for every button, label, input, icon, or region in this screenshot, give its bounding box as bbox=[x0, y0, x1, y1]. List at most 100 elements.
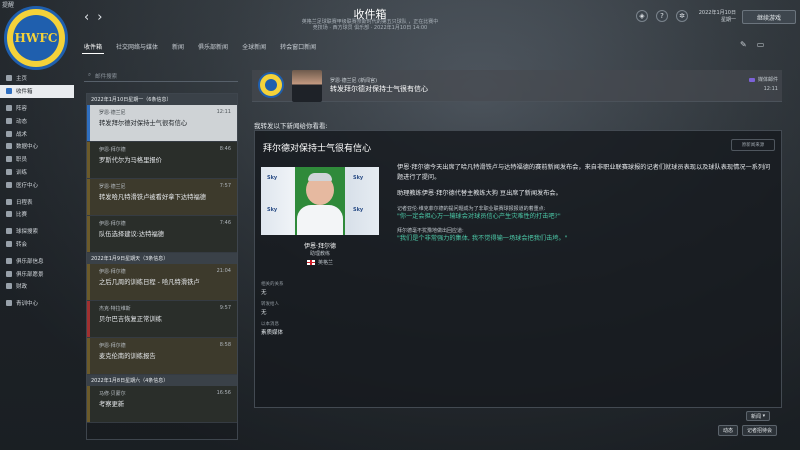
mail-icon bbox=[6, 88, 12, 95]
tab-world-news[interactable]: 全球新闻 bbox=[240, 40, 268, 54]
club-logo[interactable]: HWFC bbox=[4, 6, 68, 70]
sidebar-item-squad[interactable]: 阵容 bbox=[0, 102, 74, 115]
category-tag: 媒体邮件 bbox=[748, 76, 778, 83]
list-item[interactable]: 罗恩·德兰尼 转发拜尔德对保持士气很有信心 12:11 bbox=[87, 105, 237, 142]
list-item[interactable]: 马修·贝蒙尔 考察更新 16:56 bbox=[87, 386, 237, 423]
tab-social-media[interactable]: 社交网络与媒体 bbox=[114, 40, 160, 54]
shield-icon[interactable]: ◈ bbox=[636, 10, 648, 22]
avatar[interactable] bbox=[292, 70, 322, 102]
message-sender: 罗恩·德兰尼 bbox=[99, 110, 126, 116]
message-sender: 伊恩·拜尔德 bbox=[99, 343, 126, 349]
message-time: 12:11 bbox=[216, 109, 231, 115]
news-question: 记者亚伦·维克菲尔德的提问题成为了非职业联赛球报报道的着重点: bbox=[397, 206, 546, 212]
message-list: 2022年1月10日星期一（6条信息） 罗恩·德兰尼 转发拜尔德对保持士气很有信… bbox=[86, 93, 238, 440]
message-sender: 伊恩·拜尔德 bbox=[99, 269, 126, 275]
gear-icon[interactable]: ✲ bbox=[676, 10, 688, 22]
continue-button[interactable]: 继续游戏 bbox=[742, 10, 796, 24]
help-icon[interactable]: ? bbox=[656, 10, 668, 22]
sidebar-item-label: 球探搜索 bbox=[16, 229, 39, 236]
tab-club-news[interactable]: 俱乐部新闻 bbox=[196, 40, 230, 54]
tab-news[interactable]: 新闻 bbox=[170, 40, 186, 54]
trophy-icon bbox=[6, 211, 12, 218]
forward-button[interactable]: › bbox=[97, 10, 102, 25]
photo-hair bbox=[308, 173, 332, 181]
message-from[interactable]: 罗恩·德兰尼 (新闻官) bbox=[330, 77, 377, 84]
sidebar-item-label: 训练 bbox=[16, 169, 28, 176]
tactics-icon bbox=[6, 130, 12, 137]
scouting-icon bbox=[6, 228, 12, 235]
news-paragraph: 伊恩·拜尔德今天出席了哈凡特滑铁卢与达特福德的赛前新闻发布会，来自非职业联赛球报… bbox=[397, 164, 771, 181]
new-dropdown[interactable]: 新闻 ▾ bbox=[746, 411, 771, 421]
dynamics-button[interactable]: 动态 bbox=[718, 425, 739, 436]
club-icon bbox=[6, 257, 12, 264]
list-item[interactable]: 杰克·特拉维斯 贝尔巴吉恢复正常训练 9:57 bbox=[87, 301, 237, 338]
sidebar-item-staff[interactable]: 职员 bbox=[0, 153, 74, 166]
photo-shirt bbox=[297, 205, 343, 235]
message-time: 7:46 bbox=[219, 220, 231, 226]
search-input[interactable]: ⌕ 邮件搜索 bbox=[84, 70, 238, 82]
sidebar-item-transfers[interactable]: 转会 bbox=[0, 238, 74, 251]
message-time: 8:46 bbox=[219, 146, 231, 152]
transfer-icon bbox=[6, 240, 12, 247]
calendar-icon bbox=[6, 198, 12, 205]
tab-inbox[interactable]: 收件箱 bbox=[82, 40, 105, 54]
news-quote: "你一定会担心万一输球会对球员信心产生灾难性的打击吧?" bbox=[397, 213, 561, 220]
sidebar-item-data-hub[interactable]: 数据中心 bbox=[0, 140, 74, 153]
sidebar-item-label: 数据中心 bbox=[16, 144, 39, 151]
date-text: 2022年1月10日 bbox=[698, 10, 736, 16]
sidebar-item-label: 动态 bbox=[16, 118, 28, 125]
pen-icon[interactable]: ✎ bbox=[740, 40, 747, 49]
sidebar-item-label: 阵容 bbox=[16, 105, 28, 112]
message-subject: 麦克伦南的训练报告 bbox=[99, 353, 156, 360]
tab-transfer-news[interactable]: 转会窗口新闻 bbox=[278, 40, 318, 54]
home-icon bbox=[6, 75, 12, 82]
message-subject: 转发哈凡特滑铁卢被看好拿下达特福德 bbox=[99, 194, 207, 201]
back-button[interactable]: ‹ bbox=[84, 10, 89, 25]
sidebar-item-finances[interactable]: 财政 bbox=[0, 280, 74, 293]
message-sender: 罗恩·德兰尼 bbox=[99, 184, 126, 190]
message-subject: 之后几周的训练日程 - 哈凡特滑铁卢 bbox=[99, 279, 200, 286]
press-conference-button[interactable]: 记者招待会 bbox=[742, 425, 778, 436]
sidebar-item-club-vision[interactable]: 俱乐部愿景 bbox=[0, 267, 74, 280]
list-item[interactable]: 伊恩·拜尔德 麦克伦南的训练报告 8:58 bbox=[87, 338, 237, 375]
list-item[interactable]: 伊恩·拜尔德 之后几周的训练日程 - 哈凡特滑铁卢 21:04 bbox=[87, 264, 237, 301]
sidebar-item-inbox[interactable]: 收件箱 bbox=[0, 84, 74, 98]
person-nationality: 英格兰 bbox=[255, 259, 385, 266]
sidebar-item-home[interactable]: 主页 bbox=[0, 72, 74, 85]
list-item[interactable]: 伊恩·拜尔德 队伍选择建议:达特福德 7:46 bbox=[87, 216, 237, 253]
sidebar-item-youth[interactable]: 青训中心 bbox=[0, 297, 74, 310]
sidebar-item-club-info[interactable]: 俱乐部信息 bbox=[0, 254, 74, 267]
message-subject: 考察更新 bbox=[99, 401, 125, 408]
sidebar-item-schedule[interactable]: 日程表 bbox=[0, 195, 74, 208]
message-sender: 杰克·特拉维斯 bbox=[99, 306, 131, 312]
tag-icon bbox=[748, 77, 755, 82]
sidebar-item-label: 财政 bbox=[16, 284, 28, 291]
current-date: 2022年1月10日 星期一 bbox=[692, 10, 736, 24]
message-time: 9:57 bbox=[219, 305, 231, 311]
page-subtitle: 英格兰足球联赛甲级联赛奈斯时代的第五只球队 ，正在比赛中 竞技场 · 西方球员 … bbox=[230, 19, 510, 31]
sidebar-item-label: 战术 bbox=[16, 131, 28, 138]
screen-icon[interactable]: ▭ bbox=[757, 40, 765, 49]
person-name[interactable]: 伊恩·拜尔德 bbox=[255, 241, 385, 250]
source-button[interactable]: 原新闻来源 bbox=[731, 139, 775, 151]
message-time: 8:58 bbox=[219, 342, 231, 348]
message-subject: 转发拜尔德对保持士气很有信心 bbox=[99, 120, 188, 127]
sidebar-item-tactics[interactable]: 战术 bbox=[0, 127, 74, 140]
weekday-text: 星期一 bbox=[720, 17, 736, 23]
club-badge bbox=[258, 72, 284, 98]
sidebar-item-dynamics[interactable]: 动态 bbox=[0, 114, 74, 127]
message-header: 罗恩·德兰尼 (新闻官) 转发拜尔德对保持士气很有信心 媒体邮件 12:11 bbox=[252, 70, 782, 102]
sidebar-item-scouting[interactable]: 球探搜索 bbox=[0, 225, 74, 238]
sidebar-item-medical[interactable]: 医疗中心 bbox=[0, 178, 74, 191]
list-item[interactable]: 罗恩·德兰尼 转发哈凡特滑铁卢被看好拿下达特福德 7:57 bbox=[87, 179, 237, 216]
vision-icon bbox=[6, 270, 12, 277]
sidebar-item-label: 日程表 bbox=[16, 199, 33, 206]
meta-value: 素质媒体 bbox=[261, 330, 284, 336]
news-card: 拜尔德对保持士气很有信心 原新闻来源 Sky Sky Sky Sky 伊恩·拜尔… bbox=[254, 130, 782, 408]
sidebar-item-competitions[interactable]: 比赛 bbox=[0, 208, 74, 221]
sidebar-item-label: 医疗中心 bbox=[16, 182, 39, 189]
sponsor-text: Sky bbox=[353, 175, 364, 181]
sidebar-item-training[interactable]: 训练 bbox=[0, 166, 74, 179]
notification-label[interactable]: 提醒 bbox=[2, 0, 14, 9]
list-item[interactable]: 伊恩·拜尔德 罗斯代尔为马格里报价 8:46 bbox=[87, 142, 237, 179]
